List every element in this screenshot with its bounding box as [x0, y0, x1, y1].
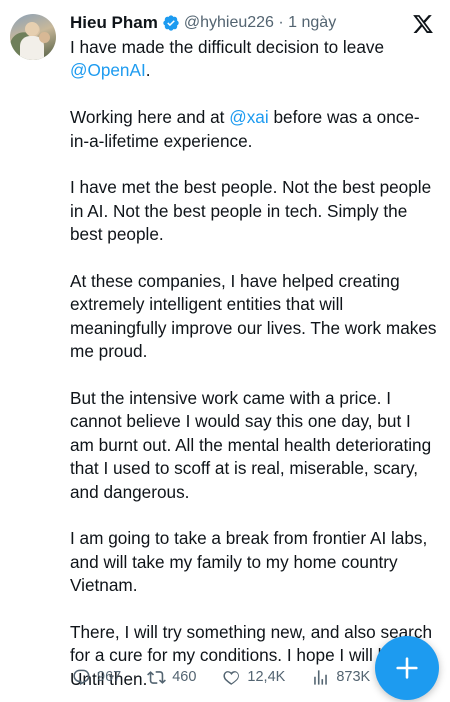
- mention-openai[interactable]: @OpenAI: [70, 60, 146, 80]
- compose-plus-icon: [396, 657, 418, 679]
- compose-button[interactable]: [375, 636, 439, 700]
- action-bar: 967 460 12,4K 873K: [72, 664, 396, 690]
- views-icon: [314, 669, 328, 685]
- repost-button[interactable]: 460: [147, 668, 196, 687]
- paragraph-6: I am going to take a break from frontier…: [70, 528, 428, 596]
- verified-badge-icon: [163, 15, 179, 31]
- tweet-header: Hieu Pham @hyhieu226 · 1 ngày: [70, 12, 410, 34]
- paragraph-5: But the intensive work came with a price…: [70, 388, 432, 502]
- x-logo-icon[interactable]: [412, 13, 434, 35]
- paragraph-2: Working here and at @xai before was a on…: [70, 107, 420, 151]
- repost-count: 460: [172, 669, 197, 685]
- views-count: 873K: [336, 669, 371, 685]
- tweet-text: I have made the difficult decision to le…: [70, 36, 438, 691]
- views-button[interactable]: 873K: [311, 668, 370, 687]
- reply-count: 967: [97, 669, 122, 685]
- like-button[interactable]: 12,4K: [222, 668, 285, 687]
- reply-button[interactable]: 967: [72, 668, 121, 687]
- paragraph-3: I have met the best people. Not the best…: [70, 177, 432, 245]
- reply-icon: [73, 669, 90, 685]
- paragraph-4: At these companies, I have helped creati…: [70, 271, 437, 362]
- repost-icon: [147, 670, 167, 684]
- like-count: 12,4K: [247, 669, 286, 685]
- display-name[interactable]: Hieu Pham: [70, 13, 158, 33]
- paragraph-1: I have made the difficult decision to le…: [70, 37, 385, 81]
- mention-xai[interactable]: @xai: [229, 107, 268, 127]
- avatar[interactable]: [10, 14, 56, 60]
- handle-and-time[interactable]: @hyhieu226 · 1 ngày: [184, 14, 336, 32]
- like-icon: [223, 670, 240, 685]
